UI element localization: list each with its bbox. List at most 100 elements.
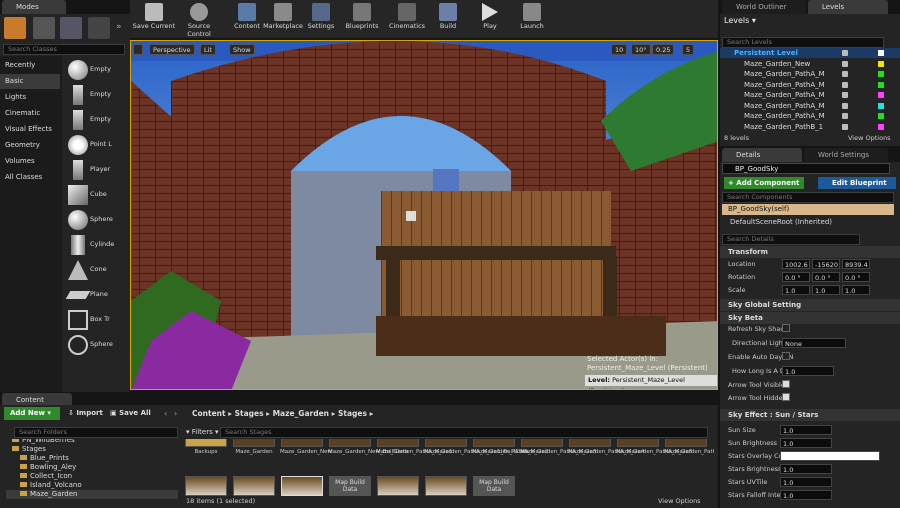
level-color-swatch[interactable] xyxy=(878,113,884,119)
asset-tile[interactable] xyxy=(232,476,276,497)
filters-button[interactable]: ▾ Filters ▾ xyxy=(186,427,218,438)
transform-section-header[interactable]: Transform xyxy=(720,246,900,258)
asset-tile[interactable]: Maze_Garden_PathA_Maze2 xyxy=(472,439,549,456)
camera-speed-value[interactable]: 5 xyxy=(682,44,695,55)
asset-tile[interactable]: Maze_Garden_PathA_Maze4 xyxy=(568,439,645,456)
place-item-sphere-trigger[interactable]: Sphere xyxy=(66,333,124,357)
level-row[interactable]: Maze_Garden_PathA_M xyxy=(720,101,900,111)
search-stages-input[interactable]: Search Stages xyxy=(220,427,708,438)
asset-tile[interactable]: Maze_Garden_PathA_Maze3 xyxy=(520,439,597,456)
level-row[interactable]: Maze_Garden_New xyxy=(720,59,900,69)
scale-snap-value[interactable]: 0.25 xyxy=(652,44,675,55)
rotation-x-field[interactable]: 0.0 ° xyxy=(782,272,810,282)
lit-button[interactable]: Lit xyxy=(200,44,216,55)
folder-tree-item[interactable]: Blue_Prints xyxy=(6,454,178,463)
viewport-options-icon[interactable] xyxy=(133,44,143,55)
sky-effect-field[interactable]: 1.0 xyxy=(780,477,832,487)
level-color-swatch[interactable] xyxy=(878,102,884,109)
blueprints-button[interactable]: Blueprints xyxy=(340,3,384,33)
level-row[interactable]: Maze_Garden_PathA_M xyxy=(720,111,900,121)
asset-tile[interactable]: Maze_Garden_PathA_Maze5 xyxy=(616,439,693,456)
place-item-player-start[interactable]: Player xyxy=(66,158,124,182)
level-row[interactable]: Maze_Garden_PathB_1 xyxy=(720,122,900,132)
cinematics-button[interactable]: Cinematics xyxy=(385,3,429,33)
place-item-plane[interactable]: Plane xyxy=(65,283,124,307)
arrow-tool-hidden-checkbox[interactable] xyxy=(782,393,790,401)
breadcrumb-stages[interactable]: Stages xyxy=(235,409,264,418)
asset-tile[interactable] xyxy=(184,476,228,497)
place-item-empty-pawn[interactable]: Empty xyxy=(66,108,124,132)
level-color-swatch[interactable] xyxy=(878,92,884,98)
asset-tile[interactable] xyxy=(280,476,324,497)
grid-snap-value[interactable]: 10 xyxy=(611,44,628,55)
level-row[interactable]: Persistent Level xyxy=(720,48,900,58)
breadcrumb-stages-sub[interactable]: Stages xyxy=(338,409,367,418)
level-color-swatch[interactable] xyxy=(878,60,884,67)
folder-tree-item[interactable]: Maze_Garden xyxy=(6,490,178,499)
place-item-cube[interactable]: Cube xyxy=(66,183,124,207)
add-component-button[interactable]: + Add Component xyxy=(724,177,804,189)
levels-tab[interactable]: Levels xyxy=(808,0,888,14)
edit-blueprint-button[interactable]: Edit Blueprint xyxy=(818,177,896,189)
level-color-swatch[interactable] xyxy=(878,50,884,56)
asset-tile[interactable]: Maze_Garden_PathA_Maze_Exit xyxy=(664,439,714,456)
place-item-empty-character[interactable]: Empty xyxy=(66,83,124,107)
rotation-label[interactable]: Rotation xyxy=(728,273,755,281)
category-basic[interactable]: Basic xyxy=(0,74,60,89)
category-cinematic[interactable]: Cinematic xyxy=(0,106,60,121)
place-item-cone[interactable]: Cone xyxy=(66,258,124,282)
details-tab[interactable]: Details xyxy=(722,148,802,162)
asset-tile[interactable]: Maze_Garden_New xyxy=(280,439,332,456)
levels-view-options[interactable]: View Options xyxy=(848,134,891,142)
source-control-button[interactable]: Source Control xyxy=(177,3,221,38)
save-current-button[interactable]: Save Current xyxy=(132,3,176,33)
rotation-z-field[interactable]: 0.0 ° xyxy=(842,272,870,282)
level-row[interactable]: Maze_Garden_PathA_M xyxy=(720,80,900,90)
lock-icon[interactable] xyxy=(842,81,848,88)
place-item-point-light[interactable]: Point L xyxy=(66,133,124,157)
import-button[interactable]: ⇩ Import xyxy=(68,407,103,420)
scale-y-field[interactable]: 1.0 xyxy=(812,285,840,295)
scale-label[interactable]: Scale xyxy=(728,286,746,294)
modes-tab[interactable]: Modes xyxy=(2,0,66,14)
world-outliner-tab[interactable]: World Outliner xyxy=(722,0,806,14)
actor-name-field[interactable]: BP_GoodSky xyxy=(722,163,890,174)
asset-tile[interactable]: Maze_Garden_PathA_Maze1_BuiltData xyxy=(424,439,529,456)
place-mode-icon[interactable] xyxy=(4,17,26,39)
level-row[interactable]: Maze_Garden_PathA_M xyxy=(720,69,900,79)
refresh-sky-shader-checkbox[interactable] xyxy=(782,324,790,332)
scale-z-field[interactable]: 1.0 xyxy=(842,285,870,295)
history-forward-icon[interactable]: › xyxy=(174,407,177,420)
level-color-swatch[interactable] xyxy=(878,123,884,130)
save-all-button[interactable]: ▣ Save All xyxy=(110,407,151,420)
level-color-swatch[interactable] xyxy=(878,81,884,88)
sky-effect-field[interactable]: 1.0 xyxy=(780,438,832,448)
place-item-sphere[interactable]: Sphere xyxy=(66,208,124,232)
asset-tile[interactable] xyxy=(424,476,468,497)
place-item-empty-actor[interactable]: Empty xyxy=(66,58,124,82)
category-volumes[interactable]: Volumes xyxy=(0,154,60,169)
folder-tree-item[interactable]: Collect_Icon xyxy=(6,472,178,481)
how-long-is-a-day-field[interactable]: 1.0 xyxy=(782,366,834,376)
location-z-field[interactable]: 8939.4 xyxy=(842,259,870,269)
category-all-classes[interactable]: All Classes xyxy=(0,170,60,185)
show-button[interactable]: Show xyxy=(229,44,255,55)
location-label[interactable]: Location xyxy=(728,260,756,268)
asset-tile[interactable]: Backups xyxy=(184,439,228,456)
levels-menu-button[interactable]: Levels ▾ xyxy=(724,16,756,25)
arrow-tool-visible-checkbox[interactable] xyxy=(782,380,790,388)
scale-x-field[interactable]: 1.0 xyxy=(782,285,810,295)
history-back-icon[interactable]: ‹ xyxy=(164,407,167,420)
folder-tree-item[interactable]: Stages xyxy=(6,445,178,454)
foliage-mode-icon[interactable] xyxy=(88,17,110,39)
location-x-field[interactable]: 1002.6 xyxy=(782,259,810,269)
search-folders-input[interactable]: Search Folders xyxy=(14,427,178,438)
sky-effect-field[interactable]: 1.0 xyxy=(780,464,832,474)
search-details-input[interactable]: Search Details xyxy=(722,234,860,245)
place-item-cylinder[interactable]: Cylinde xyxy=(66,233,124,257)
sky-effect-field[interactable] xyxy=(780,451,880,461)
lock-icon[interactable] xyxy=(842,50,848,56)
enable-auto-day-checkbox[interactable] xyxy=(782,352,790,360)
search-classes-input[interactable]: Search Classes xyxy=(3,44,125,55)
level-color-swatch[interactable] xyxy=(878,71,884,77)
